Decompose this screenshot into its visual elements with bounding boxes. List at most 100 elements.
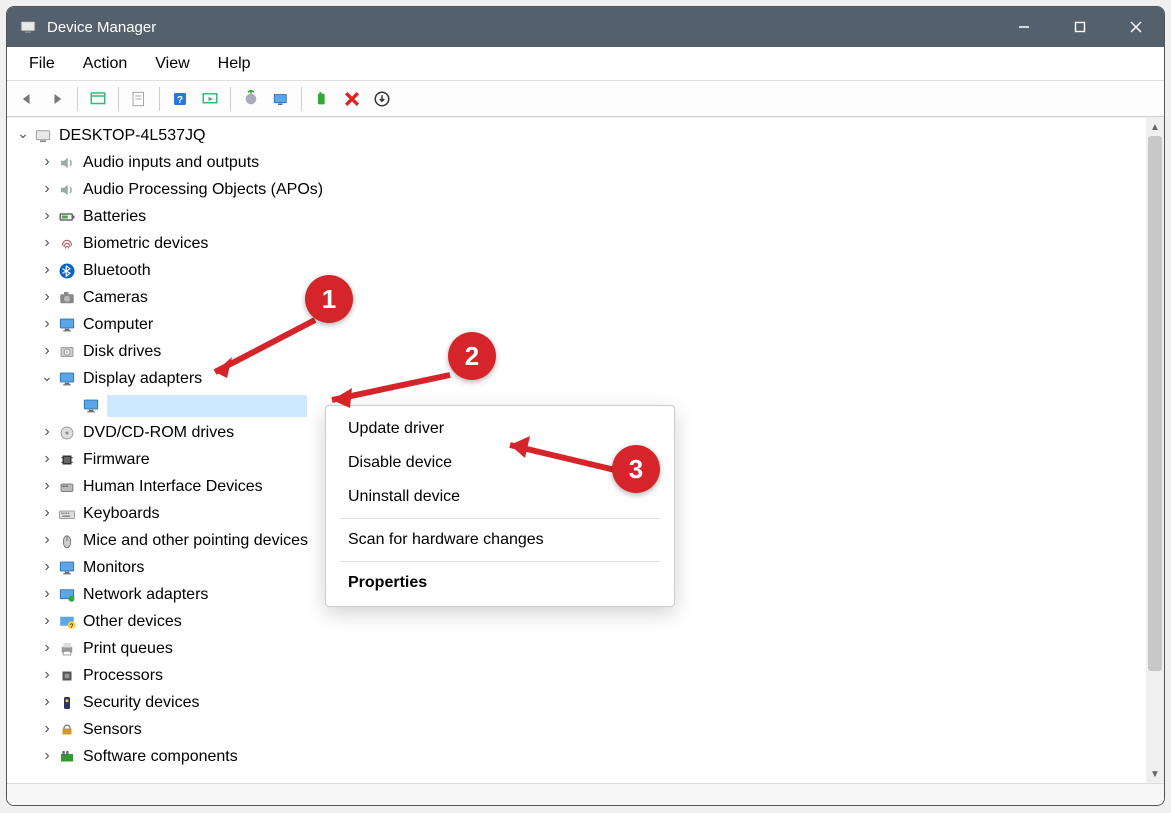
context-menu-item[interactable]: Scan for hardware changes [326, 523, 674, 557]
expand-chevron-icon[interactable] [39, 694, 55, 712]
expand-chevron-icon[interactable] [39, 451, 55, 469]
app-icon [19, 18, 37, 36]
expand-chevron-icon[interactable] [39, 559, 55, 577]
expand-chevron-icon[interactable] [39, 208, 55, 226]
category-label: Display adapters [83, 370, 202, 388]
context-menu-item[interactable]: Update driver [326, 412, 674, 446]
root-node[interactable]: DESKTOP-4L537JQ [15, 122, 1162, 149]
expand-chevron-icon[interactable] [39, 235, 55, 253]
category-label: Keyboards [83, 505, 160, 523]
context-menu-item[interactable]: Properties [326, 566, 674, 600]
camera-icon [57, 288, 77, 308]
category-node[interactable]: Batteries [15, 203, 1162, 230]
help-button[interactable]: ? [166, 85, 194, 113]
category-label: DVD/CD-ROM drives [83, 424, 234, 442]
category-node[interactable]: Print queues [15, 635, 1162, 662]
menu-help[interactable]: Help [204, 51, 265, 77]
disable-device-button[interactable] [338, 85, 366, 113]
expand-chevron-icon[interactable] [39, 721, 55, 739]
maximize-button[interactable] [1052, 7, 1108, 47]
expand-chevron-icon[interactable] [39, 640, 55, 658]
menu-file[interactable]: File [15, 51, 69, 77]
disk-icon [57, 342, 77, 362]
action-button[interactable] [196, 85, 224, 113]
category-node[interactable]: Display adapters [15, 365, 1162, 392]
expand-chevron-icon[interactable] [39, 505, 55, 523]
category-node[interactable]: Processors [15, 662, 1162, 689]
speaker-icon [57, 153, 77, 173]
toolbar: ? [7, 81, 1164, 117]
properties-button[interactable] [125, 85, 153, 113]
battery-icon [57, 207, 77, 227]
category-label: Audio Processing Objects (APOs) [83, 181, 323, 199]
expand-chevron-icon[interactable] [39, 154, 55, 172]
enable-device-button[interactable] [308, 85, 336, 113]
expand-chevron-icon[interactable] [39, 586, 55, 604]
hid-icon [57, 477, 77, 497]
scroll-thumb[interactable] [1148, 136, 1162, 671]
back-button[interactable] [13, 85, 41, 113]
menu-action[interactable]: Action [69, 51, 141, 77]
expand-chevron-icon[interactable] [39, 343, 55, 361]
annotation-badge-2: 2 [448, 332, 496, 380]
vertical-scrollbar[interactable]: ▲ ▼ [1146, 118, 1164, 783]
close-button[interactable] [1108, 7, 1164, 47]
security-icon [57, 693, 77, 713]
bluetooth-icon [57, 261, 77, 281]
category-node[interactable]: ? Other devices [15, 608, 1162, 635]
expand-chevron-icon[interactable] [39, 748, 55, 766]
unknown-icon: ? [57, 612, 77, 632]
expand-chevron-icon[interactable] [39, 262, 55, 280]
category-label: Cameras [83, 289, 148, 307]
statusbar [7, 783, 1164, 805]
network-icon [57, 585, 77, 605]
chip-icon [57, 450, 77, 470]
monitor-icon [57, 369, 77, 389]
menu-view[interactable]: View [141, 51, 203, 77]
optical-icon [57, 423, 77, 443]
category-node[interactable]: Cameras [15, 284, 1162, 311]
expand-chevron-icon[interactable] [39, 370, 55, 387]
expand-chevron-icon[interactable] [39, 181, 55, 199]
scroll-up-arrow[interactable]: ▲ [1146, 118, 1164, 136]
minimize-button[interactable] [996, 7, 1052, 47]
category-label: Print queues [83, 640, 173, 658]
category-node[interactable]: Biometric devices [15, 230, 1162, 257]
expand-chevron-icon[interactable] [39, 667, 55, 685]
update-driver-button[interactable] [237, 85, 265, 113]
fingerprint-icon [57, 234, 77, 254]
category-node[interactable]: Software components [15, 743, 1162, 770]
category-label: Human Interface Devices [83, 478, 263, 496]
category-label: Sensors [83, 721, 142, 739]
expand-chevron-icon[interactable] [39, 478, 55, 496]
category-label: Security devices [83, 694, 200, 712]
forward-button[interactable] [43, 85, 71, 113]
speaker-icon [57, 180, 77, 200]
expand-chevron-icon[interactable] [39, 289, 55, 307]
category-label: Biometric devices [83, 235, 208, 253]
category-node[interactable]: Audio Processing Objects (APOs) [15, 176, 1162, 203]
expand-chevron-icon[interactable] [39, 316, 55, 334]
category-node[interactable]: Audio inputs and outputs [15, 149, 1162, 176]
context-menu[interactable]: Update driverDisable deviceUninstall dev… [325, 405, 675, 607]
selected-device-label[interactable] [107, 395, 307, 417]
expand-chevron-icon[interactable] [15, 127, 31, 144]
scroll-down-arrow[interactable]: ▼ [1146, 765, 1164, 783]
content-area: DESKTOP-4L537JQ Audio inputs and outputs… [7, 117, 1164, 783]
annotation-badge-3: 3 [612, 445, 660, 493]
category-node[interactable]: Computer [15, 311, 1162, 338]
expand-chevron-icon[interactable] [39, 613, 55, 631]
category-node[interactable]: Security devices [15, 689, 1162, 716]
category-label: Disk drives [83, 343, 161, 361]
scan-hardware-button[interactable] [267, 85, 295, 113]
keyboard-icon [57, 504, 77, 524]
category-node[interactable]: Disk drives [15, 338, 1162, 365]
annotation-badge-1: 1 [305, 275, 353, 323]
expand-chevron-icon[interactable] [39, 424, 55, 442]
menubar: File Action View Help [7, 47, 1164, 81]
show-hide-console-button[interactable] [84, 85, 112, 113]
category-node[interactable]: Sensors [15, 716, 1162, 743]
expand-chevron-icon[interactable] [39, 532, 55, 550]
category-node[interactable]: Bluetooth [15, 257, 1162, 284]
uninstall-device-button[interactable] [368, 85, 396, 113]
